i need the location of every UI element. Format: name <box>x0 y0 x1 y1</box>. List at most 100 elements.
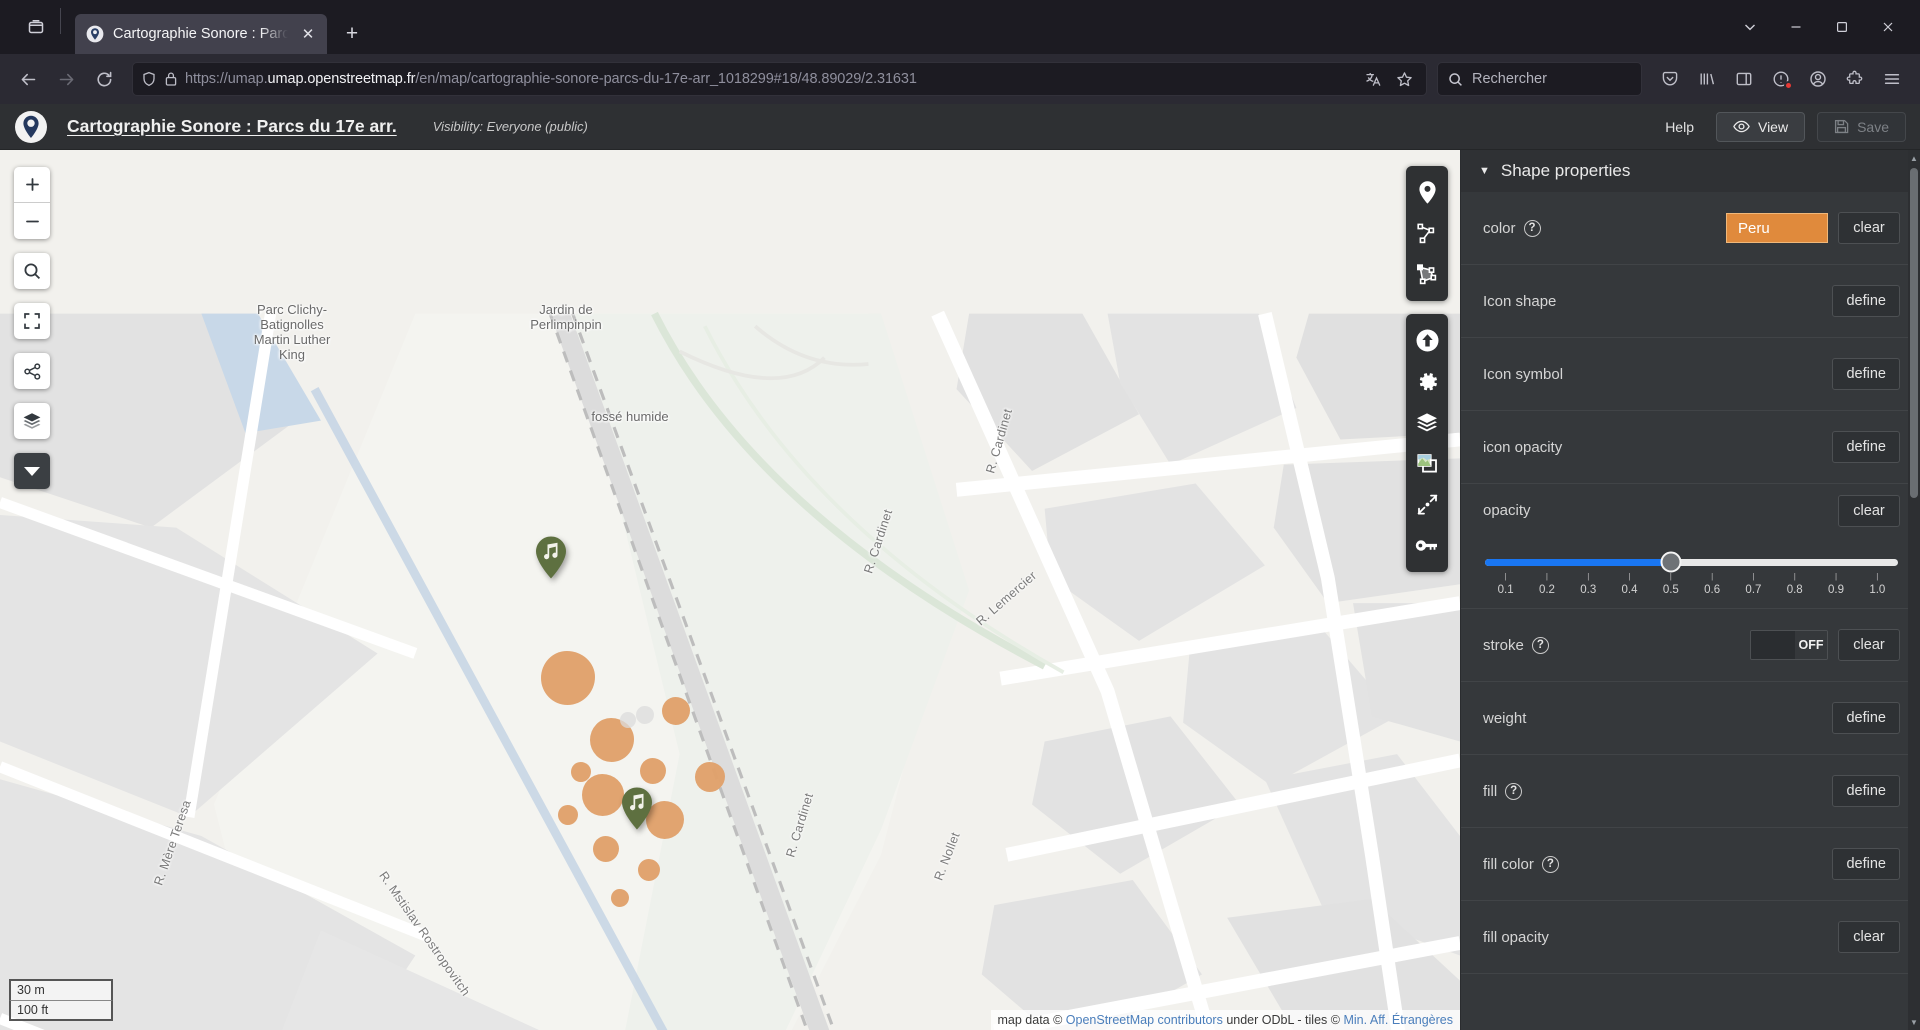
color-clear-button[interactable]: clear <box>1838 212 1900 244</box>
slider-tick: | <box>1504 571 1507 581</box>
save-button-label: Save <box>1857 118 1889 135</box>
panel-scrollbar[interactable]: ▲ ▼ <box>1908 150 1920 1030</box>
new-tab-button[interactable]: + <box>335 17 369 51</box>
slider-tick-label: 0.8 <box>1786 583 1803 596</box>
property-controls: define <box>1832 848 1900 880</box>
zoom-in-button[interactable] <box>14 167 50 203</box>
url-text[interactable]: https://umap.umap.openstreetmap.fr/en/ma… <box>185 71 1352 87</box>
map-permissions-key-icon[interactable] <box>1406 525 1448 566</box>
save-to-pocket-icon[interactable] <box>1652 61 1688 97</box>
forward-icon[interactable] <box>48 61 84 97</box>
zoom-out-button[interactable] <box>14 203 50 239</box>
help-icon[interactable]: ? <box>1523 219 1541 237</box>
map-viewport[interactable]: Parc Clichy- Batignolles Martin Luther K… <box>0 150 1460 1030</box>
scrollbar-up-arrow-icon[interactable]: ▲ <box>1908 152 1920 164</box>
property-label: stroke ? <box>1483 636 1549 654</box>
stroke-toggle[interactable]: OFF <box>1750 630 1828 660</box>
slider-track[interactable] <box>1485 551 1898 573</box>
fill-opacity-clear-button[interactable]: clear <box>1838 921 1900 953</box>
window-minimize-icon[interactable] <box>1774 0 1818 54</box>
view-button[interactable]: View <box>1715 111 1806 142</box>
scale-imperial: 100 ft <box>9 999 113 1021</box>
tab-close-icon[interactable]: ✕ <box>297 23 319 45</box>
translate-icon[interactable] <box>1359 65 1387 93</box>
extensions-puzzle-icon[interactable] <box>1837 61 1873 97</box>
map-title[interactable]: Cartographie Sonore : Parcs du 17e arr. <box>67 116 397 137</box>
slider-tick-label: 0.6 <box>1704 583 1721 596</box>
save-button[interactable]: Save <box>1817 111 1906 142</box>
opacity-label: opacity <box>1483 502 1531 519</box>
lock-icon[interactable] <box>164 71 178 87</box>
fill-define-button[interactable]: define <box>1832 775 1900 807</box>
browser-window: Cartographie Sonore : Parcs du ✕ + <box>0 0 1920 1030</box>
help-icon[interactable]: ? <box>1505 782 1523 800</box>
umap-logo-icon[interactable] <box>14 110 48 144</box>
panel-title: Shape properties <box>1500 161 1631 180</box>
window-controls <box>1728 0 1910 54</box>
scrollbar-thumb[interactable] <box>1910 168 1918 498</box>
back-icon[interactable] <box>10 61 46 97</box>
upload-data-button[interactable] <box>1406 320 1448 361</box>
firefox-view-icon[interactable] <box>18 9 54 45</box>
toggle-knob[interactable] <box>1751 631 1795 659</box>
merge-features-button[interactable] <box>1406 484 1448 525</box>
chevron-down-icon[interactable]: ▼ <box>1479 165 1490 177</box>
slider-tick-label: 0.7 <box>1745 583 1762 596</box>
property-controls: define <box>1832 358 1900 390</box>
fill-color-define-button[interactable]: define <box>1832 848 1900 880</box>
weight-label: weight <box>1483 709 1527 727</box>
floppy-disk-icon <box>1834 119 1849 134</box>
tiles-provider-link[interactable]: Min. Aff. Étrangères <box>1343 1013 1453 1027</box>
osm-contributors-link[interactable]: OpenStreetMap contributors <box>1066 1013 1223 1027</box>
shield-icon[interactable] <box>141 71 157 87</box>
scale-metric: 30 m <box>9 979 113 1000</box>
color-value-swatch[interactable]: Peru <box>1726 213 1828 243</box>
slider-thumb[interactable] <box>1660 551 1682 573</box>
reload-icon[interactable] <box>86 61 122 97</box>
tab-title: Cartographie Sonore : Parcs du <box>113 26 288 42</box>
property-controls: define <box>1832 431 1900 463</box>
window-close-icon[interactable] <box>1866 0 1910 54</box>
search-input[interactable]: Rechercher <box>1472 71 1547 87</box>
manage-layers-button[interactable] <box>1406 402 1448 443</box>
layers-button[interactable] <box>14 403 50 439</box>
opacity-clear-button[interactable]: clear <box>1838 494 1900 527</box>
tab-list-chevron-icon[interactable] <box>1728 0 1772 54</box>
map-search-button[interactable] <box>14 253 50 289</box>
draw-marker-button[interactable] <box>1406 172 1448 213</box>
share-button[interactable] <box>14 353 50 389</box>
scrollbar-down-arrow-icon[interactable]: ▼ <box>1908 1016 1920 1028</box>
account-icon[interactable] <box>1800 61 1836 97</box>
weight-define-button[interactable]: define <box>1832 702 1900 734</box>
map-marker-music-south[interactable] <box>620 786 654 831</box>
map-settings-gear-icon[interactable] <box>1406 361 1448 402</box>
draw-polyline-button[interactable] <box>1406 213 1448 254</box>
extension-alert-icon[interactable] <box>1763 61 1799 97</box>
library-icon[interactable] <box>1689 61 1725 97</box>
search-icon <box>1448 72 1463 87</box>
bookmark-star-icon[interactable] <box>1390 65 1418 93</box>
search-bar[interactable]: Rechercher <box>1437 62 1642 96</box>
slider-tick-label: 0.4 <box>1621 583 1638 596</box>
map-edit-toolbar <box>1406 166 1448 572</box>
caption-toggle-button[interactable] <box>14 453 50 489</box>
opacity-slider[interactable]: | | | | | | | | | | 0.1 0.2 0.3 0.4 0.5 … <box>1483 551 1900 596</box>
draw-polygon-button[interactable] <box>1406 254 1448 295</box>
icon-opacity-label: icon opacity <box>1483 438 1563 456</box>
map-marker-music-north[interactable] <box>534 535 568 580</box>
app-menu-icon[interactable] <box>1874 61 1910 97</box>
help-icon[interactable]: ? <box>1531 636 1549 654</box>
icon-symbol-define-button[interactable]: define <box>1832 358 1900 390</box>
fullscreen-button[interactable] <box>14 303 50 339</box>
browser-tab[interactable]: Cartographie Sonore : Parcs du ✕ <box>75 14 327 54</box>
panel-header[interactable]: ▼ Shape properties <box>1461 150 1920 192</box>
icon-opacity-define-button[interactable]: define <box>1832 431 1900 463</box>
change-tilelayer-button[interactable] <box>1406 443 1448 484</box>
url-bar[interactable]: https://umap.umap.openstreetmap.fr/en/ma… <box>132 62 1427 96</box>
help-icon[interactable]: ? <box>1541 855 1559 873</box>
stroke-clear-button[interactable]: clear <box>1838 629 1900 661</box>
window-maximize-icon[interactable] <box>1820 0 1864 54</box>
icon-shape-define-button[interactable]: define <box>1832 285 1900 317</box>
sidebar-toggle-icon[interactable] <box>1726 61 1762 97</box>
help-button[interactable]: Help <box>1655 119 1704 135</box>
